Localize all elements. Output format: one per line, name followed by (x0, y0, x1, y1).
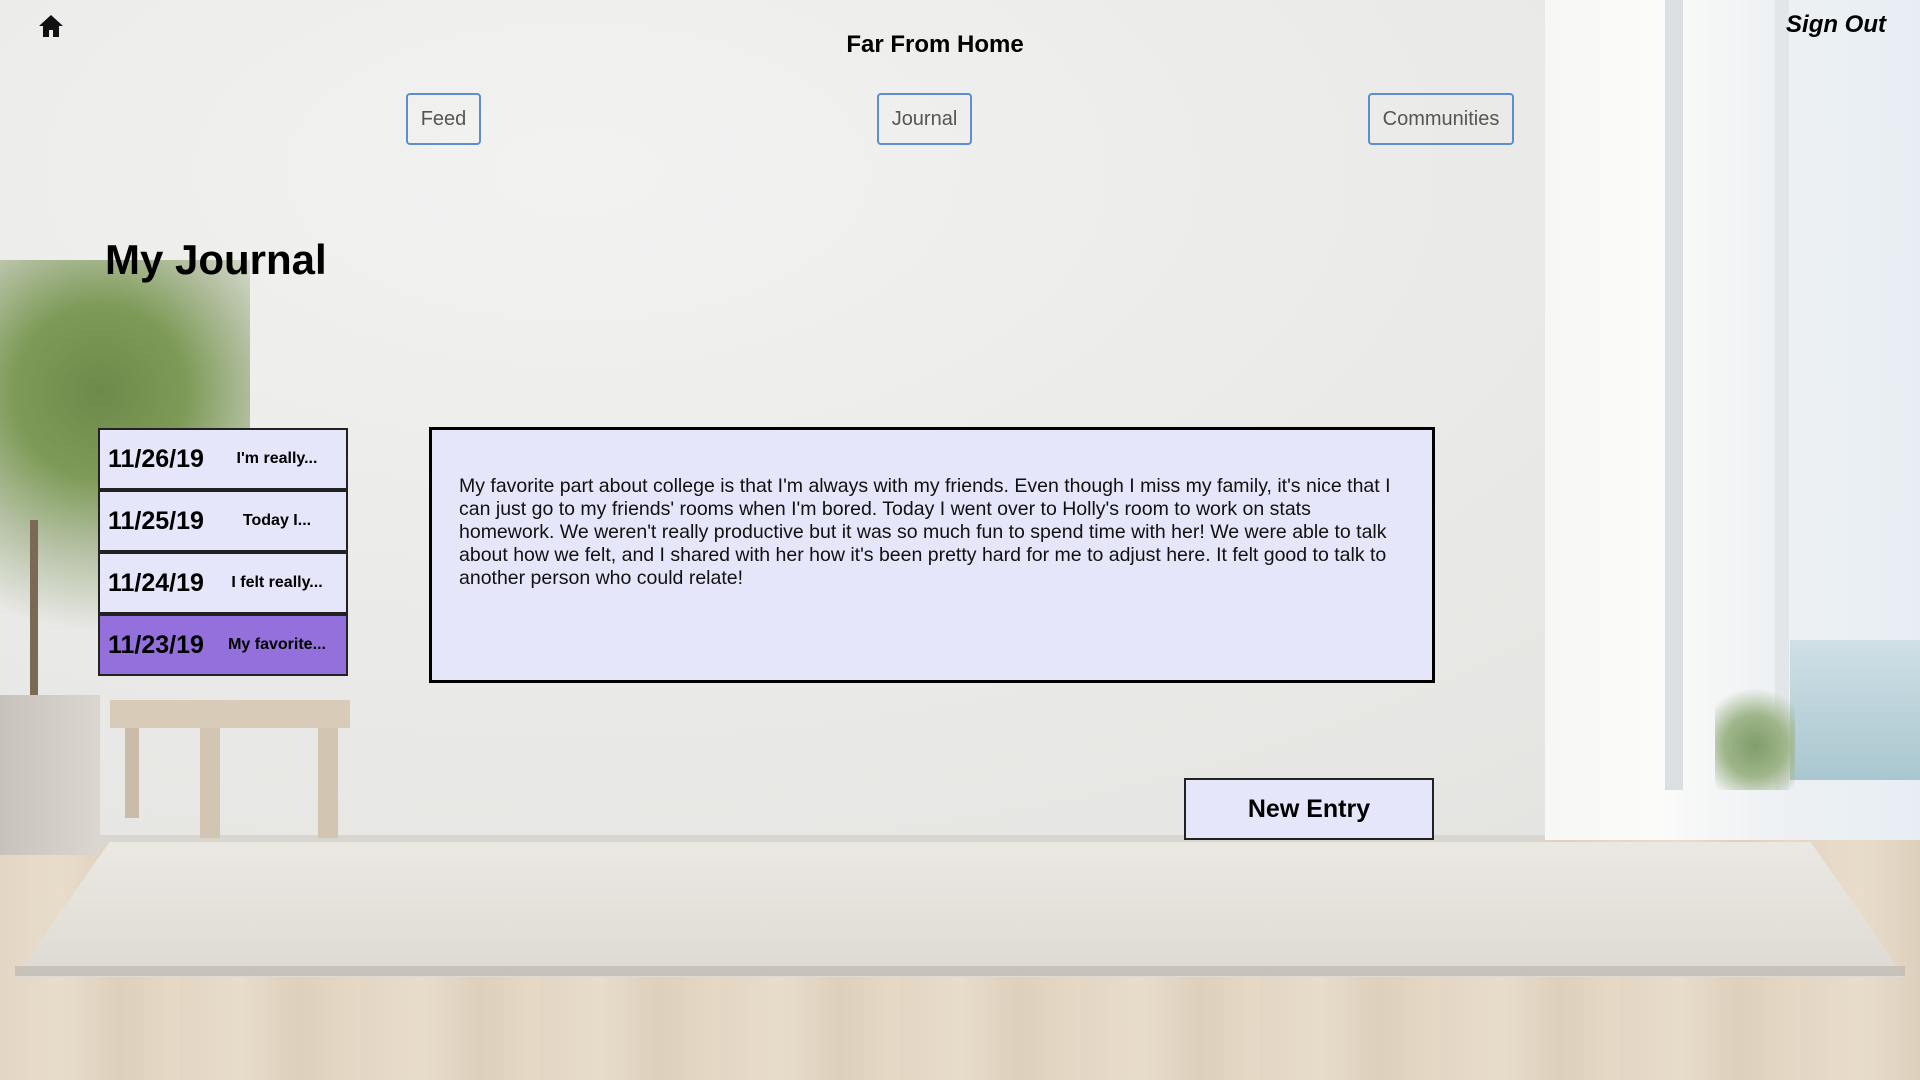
background-window-frame (1665, 0, 1683, 790)
entry-preview: My favorite... (228, 636, 326, 653)
app-title: Far From Home (846, 31, 1024, 58)
entry-preview: I'm really... (236, 450, 318, 467)
nav-feed-button[interactable]: Feed (406, 93, 481, 145)
journal-entry-item-selected[interactable]: 11/23/19 My favorite... (98, 614, 348, 676)
new-entry-button[interactable]: New Entry (1184, 778, 1434, 840)
journal-entry-item[interactable]: 11/24/19 I felt really... (98, 552, 348, 614)
background-side-table-leg (200, 728, 220, 838)
nav-journal-button[interactable]: Journal (877, 93, 972, 145)
journal-entry-text[interactable]: My favorite part about college is that I… (429, 427, 1435, 683)
nav-communities-button[interactable]: Communities (1368, 93, 1514, 145)
background-pot (0, 695, 100, 855)
page-title: My Journal (105, 236, 327, 283)
entry-date: 11/23/19 (108, 630, 204, 659)
entry-date: 11/26/19 (108, 444, 204, 473)
entry-preview: I felt really... (231, 574, 323, 591)
background-rug (15, 842, 1905, 977)
background-rug-edge (15, 966, 1905, 976)
background-side-table-leg (318, 728, 338, 838)
background-side-table (110, 700, 350, 728)
sign-out-link[interactable]: Sign Out (1786, 11, 1886, 39)
background-window-frame (1775, 0, 1789, 790)
journal-entry-item[interactable]: 11/26/19 I'm really... (98, 428, 348, 490)
entry-preview: Today I... (242, 512, 312, 529)
entry-date: 11/25/19 (108, 506, 204, 535)
background-greenery (1715, 680, 1795, 790)
background-sea (1790, 640, 1920, 780)
journal-entry-item[interactable]: 11/25/19 Today I... (98, 490, 348, 552)
journal-entry-list: 11/26/19 I'm really... 11/25/19 Today I.… (98, 428, 348, 676)
background-plant-trunk (30, 520, 38, 700)
entry-date: 11/24/19 (108, 568, 204, 597)
background-side-table-leg (125, 728, 139, 818)
